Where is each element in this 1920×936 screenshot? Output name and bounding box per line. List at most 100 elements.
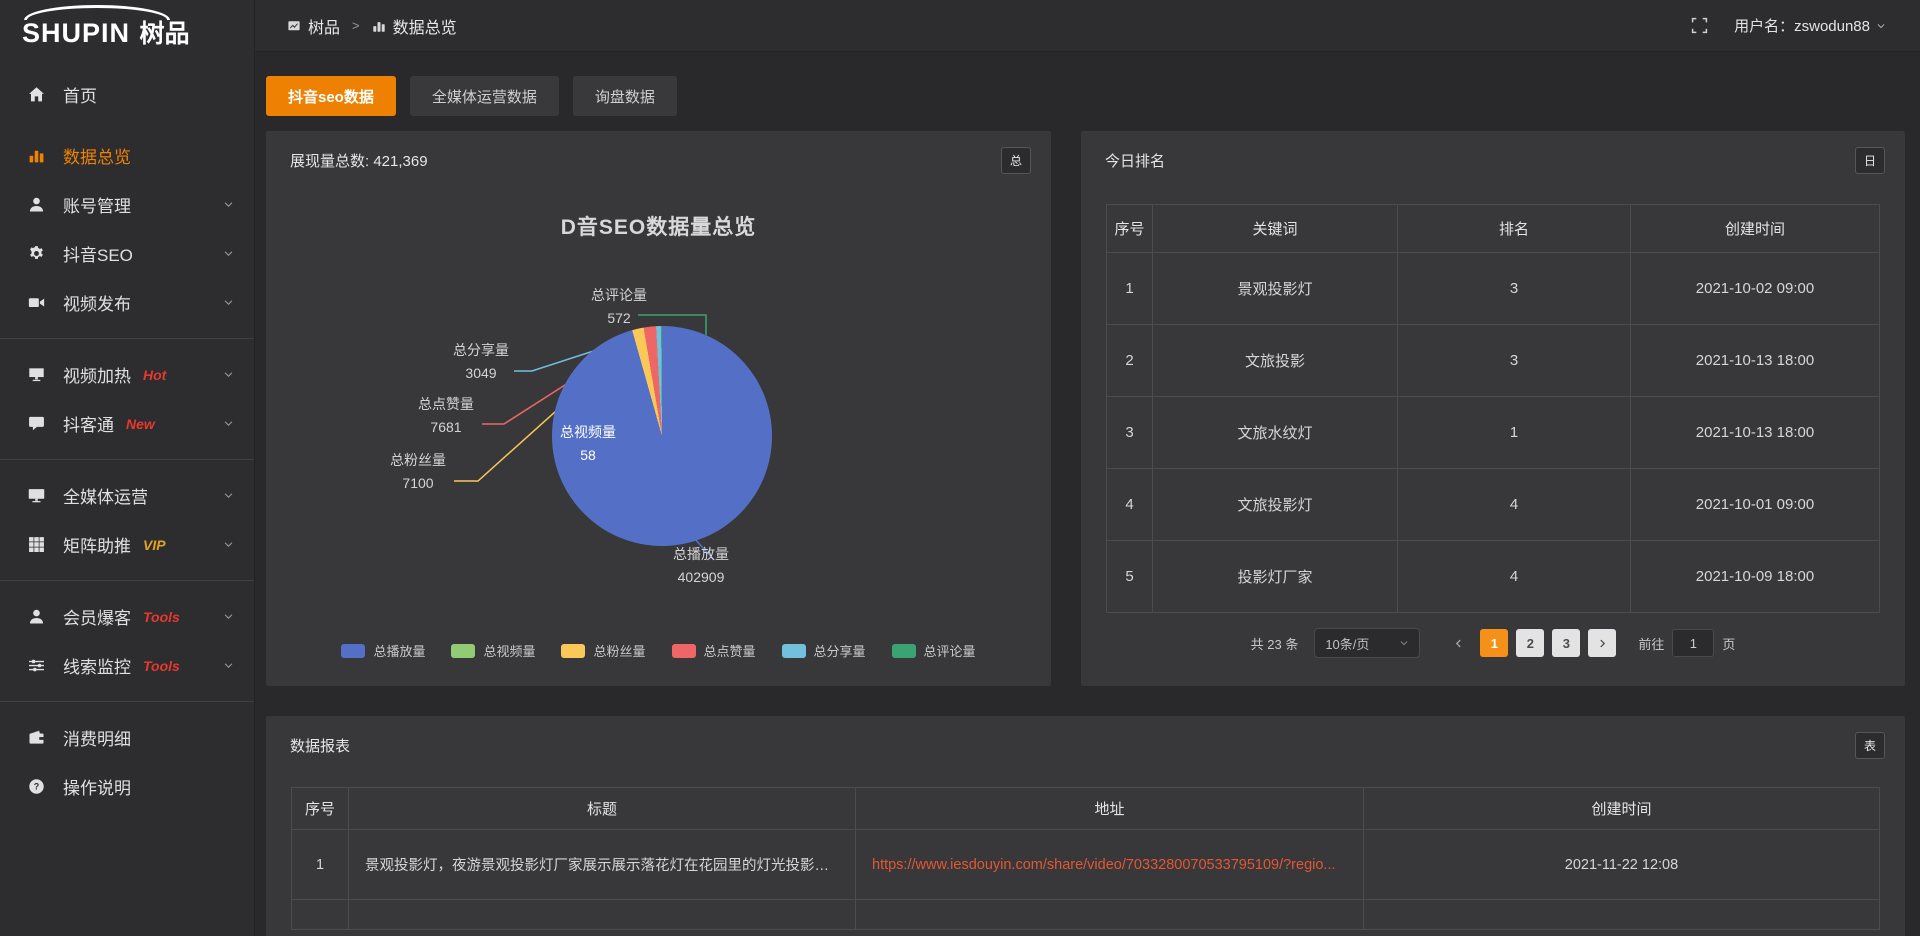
cell-created: 2021-10-13 18:00 xyxy=(1631,325,1880,397)
goto-page-input[interactable] xyxy=(1672,629,1714,657)
total-badge-button[interactable]: 总 xyxy=(1001,147,1031,174)
sidebar: SHUPIN 树品 首页 数据总览 账号管理 抖音SEO xyxy=(0,0,255,936)
legend-swatch xyxy=(892,644,916,658)
username[interactable]: 用户名：zswodun88 xyxy=(1734,15,1870,36)
sidebar-item-label: 线索监控 xyxy=(63,653,131,678)
sidebar-item-member-baoke[interactable]: 会员爆客 Tools xyxy=(0,592,254,641)
chevron-down-icon xyxy=(223,660,234,671)
column-header: 序号 xyxy=(292,788,349,830)
chevron-right-icon xyxy=(1597,638,1608,649)
tab-douyin-seo-data[interactable]: 抖音seo数据 xyxy=(266,76,396,116)
breadcrumb: 树品 > 数据总览 xyxy=(287,14,457,38)
main-area: 树品 > 数据总览 用户名：zswodun88 抖音seo数据 全媒体运营数据 … xyxy=(255,0,1920,936)
chevron-left-icon xyxy=(1453,638,1464,649)
menu-divider xyxy=(0,701,254,702)
pagination-total: 共 23 条 xyxy=(1251,634,1299,653)
cell-index: 1 xyxy=(1107,253,1153,325)
report-panel: 数据报表 表 序号 标题 地址 创建时间 1 景观投影灯，夜游景观投影灯厂家展示… xyxy=(266,716,1905,936)
page-button-1[interactable]: 1 xyxy=(1480,629,1508,657)
video-link[interactable]: https://www.iesdouyin.com/share/video/70… xyxy=(872,857,1336,873)
legend-item[interactable]: 总分享量 xyxy=(782,641,866,660)
day-badge-button[interactable]: 日 xyxy=(1855,147,1885,174)
breadcrumb-item-data-overview[interactable]: 数据总览 xyxy=(372,14,457,38)
tab-inquiry-data[interactable]: 询盘数据 xyxy=(573,76,677,116)
chevron-down-icon xyxy=(1876,21,1886,31)
goto-label: 前往 xyxy=(1638,634,1664,653)
user-area: 用户名：zswodun88 xyxy=(1691,15,1886,36)
chevron-down-icon xyxy=(223,490,234,501)
legend-label: 总分享量 xyxy=(814,641,866,660)
chevron-down-icon xyxy=(223,539,234,550)
legend-label: 总视频量 xyxy=(483,641,535,660)
sidebar-item-label: 消费明细 xyxy=(63,725,131,750)
logo-text-en: SHUPIN xyxy=(22,18,130,48)
chevron-down-icon xyxy=(223,199,234,210)
page-button-3[interactable]: 3 xyxy=(1552,629,1580,657)
sidebar-item-clue-monitor[interactable]: 线索监控 Tools xyxy=(0,641,254,690)
sidebar-item-label: 视频发布 xyxy=(63,290,131,315)
sidebar-item-video-publish[interactable]: 视频发布 xyxy=(0,278,254,327)
cell-rank: 4 xyxy=(1398,541,1631,613)
cell-rank: 3 xyxy=(1398,253,1631,325)
prev-page-button[interactable] xyxy=(1444,629,1472,657)
tab-media-ops-data[interactable]: 全媒体运营数据 xyxy=(410,76,559,116)
sidebar-item-douyin-seo[interactable]: 抖音SEO xyxy=(0,229,254,278)
breadcrumb-item-shupin[interactable]: 树品 xyxy=(287,14,340,38)
legend-swatch xyxy=(561,644,585,658)
page-button-2[interactable]: 2 xyxy=(1516,629,1544,657)
breadcrumb-label: 树品 xyxy=(308,14,340,38)
topbar: 树品 > 数据总览 用户名：zswodun88 xyxy=(255,0,1920,52)
table-row: 1 景观投影灯，夜游景观投影灯厂家展示展示落花灯在花园里的灯光投影应用效果 # … xyxy=(292,830,1880,900)
legend-item[interactable]: 总粉丝量 xyxy=(561,641,645,660)
chevron-down-icon xyxy=(1399,638,1409,648)
pagination: 共 23 条 10条/页 1 2 3 前往 页 xyxy=(1081,628,1905,658)
goto-suffix: 页 xyxy=(1722,634,1735,653)
table-row: 5 投影灯厂家 4 2021-10-09 18:00 xyxy=(1107,541,1880,613)
chevron-down-icon xyxy=(223,418,234,429)
sidebar-item-video-heat[interactable]: 视频加热 Hot xyxy=(0,350,254,399)
sidebar-item-label: 账号管理 xyxy=(63,192,131,217)
sidebar-item-instructions[interactable]: ? 操作说明 xyxy=(0,762,254,811)
sidebar-item-label: 操作说明 xyxy=(63,774,131,799)
pie-label-comments: 总评论量572 xyxy=(559,284,679,330)
pie-label-plays: 总播放量402909 xyxy=(641,543,761,589)
table-row: 3 文旅水纹灯 1 2021-10-13 18:00 xyxy=(1107,397,1880,469)
page-size-select[interactable]: 10条/页 xyxy=(1314,628,1420,658)
legend-item[interactable]: 总点赞量 xyxy=(672,641,756,660)
monitor-icon xyxy=(28,487,48,504)
legend-item[interactable]: 总评论量 xyxy=(892,641,976,660)
logo[interactable]: SHUPIN 树品 xyxy=(0,0,254,52)
table-badge-button[interactable]: 表 xyxy=(1855,732,1885,759)
sidebar-item-data-overview[interactable]: 数据总览 xyxy=(0,131,254,180)
menu-divider xyxy=(0,580,254,581)
sidebar-item-douketong[interactable]: 抖客通 New xyxy=(0,399,254,448)
board-icon xyxy=(287,19,301,33)
legend-item[interactable]: 总视频量 xyxy=(451,641,535,660)
cell-created: 2021-10-01 09:00 xyxy=(1631,469,1880,541)
table-header-row: 序号 关键词 排名 创建时间 xyxy=(1107,205,1880,253)
sidebar-item-home[interactable]: 首页 xyxy=(0,70,254,119)
sidebar-item-account[interactable]: 账号管理 xyxy=(0,180,254,229)
sidebar-item-consumption[interactable]: 消费明细 xyxy=(0,713,254,762)
fullscreen-icon[interactable] xyxy=(1691,17,1708,34)
sidebar-item-label: 抖客通 xyxy=(63,411,114,436)
next-page-button[interactable] xyxy=(1588,629,1616,657)
panel-title: 展现量总数: 421,369 xyxy=(290,150,428,171)
chat-icon xyxy=(28,415,48,432)
cell-keyword: 景观投影灯 xyxy=(1153,253,1398,325)
table-row: 1 景观投影灯 3 2021-10-02 09:00 xyxy=(1107,253,1880,325)
legend-item[interactable]: 总播放量 xyxy=(341,641,425,660)
cell-index: 3 xyxy=(1107,397,1153,469)
chevron-down-icon xyxy=(223,297,234,308)
column-header: 序号 xyxy=(1107,205,1153,253)
sidebar-item-matrix-boost[interactable]: 矩阵助推 VIP xyxy=(0,520,254,569)
content: 抖音seo数据 全媒体运营数据 询盘数据 展现量总数: 421,369 总 D音… xyxy=(255,52,1920,936)
sidebar-item-label: 矩阵助推 xyxy=(63,532,131,557)
column-header: 关键词 xyxy=(1153,205,1398,253)
cell-keyword: 文旅水纹灯 xyxy=(1153,397,1398,469)
breadcrumb-label: 数据总览 xyxy=(393,14,457,38)
sidebar-item-media-ops[interactable]: 全媒体运营 xyxy=(0,471,254,520)
legend-label: 总粉丝量 xyxy=(593,641,645,660)
report-table: 序号 标题 地址 创建时间 1 景观投影灯，夜游景观投影灯厂家展示展示落花灯在花… xyxy=(291,787,1880,930)
table-row-partial xyxy=(292,900,1880,930)
